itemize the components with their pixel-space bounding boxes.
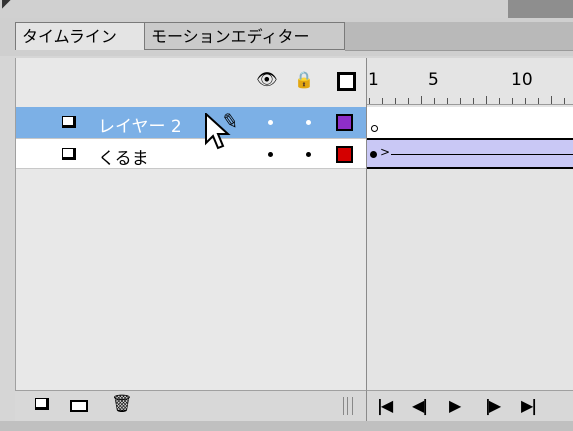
- playback-controls: |◀ ◀| ▶ |▶ ▶|: [366, 390, 573, 422]
- eye-icon[interactable]: 👁: [256, 70, 278, 90]
- frame-number: 5: [428, 70, 439, 90]
- lock-dot[interactable]: [306, 152, 311, 157]
- mouse-cursor-icon: [205, 113, 231, 150]
- visibility-dot[interactable]: [268, 152, 273, 157]
- ruler-tick: [434, 98, 435, 104]
- ruler-tick: [486, 96, 487, 104]
- ruler-tick: [538, 98, 539, 104]
- ruler-tick: [408, 98, 409, 104]
- tween-arrow-icon: >: [380, 145, 391, 159]
- lock-dot[interactable]: [306, 120, 311, 125]
- go-to-first-frame-icon[interactable]: |◀: [377, 396, 393, 415]
- visibility-dot[interactable]: [268, 120, 273, 125]
- trash-icon[interactable]: 🗑: [111, 394, 133, 414]
- layer-name[interactable]: くるま: [98, 144, 149, 169]
- ruler-tick: [512, 98, 513, 104]
- ruler-tick: [460, 98, 461, 104]
- step-forward-icon[interactable]: |▶: [485, 396, 501, 415]
- tab-bar: タイムライン モーションエディター: [0, 18, 573, 56]
- layer-icon: [62, 148, 76, 160]
- ruler-tick: [499, 98, 500, 104]
- ruler-tick: [473, 98, 474, 104]
- layer-name[interactable]: レイヤー 2: [98, 112, 182, 137]
- new-folder-icon[interactable]: [70, 400, 88, 412]
- layer-tools-bar: 🗑: [15, 390, 366, 422]
- timeline-row-1[interactable]: [367, 107, 573, 139]
- panel-resize-grip-icon[interactable]: [343, 397, 353, 415]
- motion-tween-line: [391, 154, 573, 155]
- timeline-frames[interactable]: 1 5 10 >: [366, 58, 573, 390]
- keyframe[interactable]: [370, 151, 377, 158]
- layer-row-2[interactable]: くるま: [16, 138, 367, 169]
- lock-icon[interactable]: 🔒: [294, 70, 314, 89]
- layer-panel: 👁 🔒 レイヤー 2 ✎ くるま: [15, 58, 367, 390]
- ruler-tick: [551, 96, 552, 104]
- ruler-tick: [395, 98, 396, 104]
- ruler-tick: [369, 98, 370, 104]
- layer-icon: [62, 116, 76, 128]
- go-to-last-frame-icon[interactable]: ▶|: [521, 396, 537, 415]
- frame-number: 1: [368, 70, 379, 90]
- panel-bottom-edge: [0, 421, 573, 431]
- step-back-icon[interactable]: ◀|: [412, 396, 428, 415]
- tab-timeline[interactable]: タイムライン: [15, 22, 145, 50]
- tab-bar-fill: [345, 22, 573, 51]
- timeline-row-2[interactable]: >: [367, 138, 573, 169]
- layer-color-swatch[interactable]: [336, 146, 353, 163]
- panel-top-bar: ◤: [0, 0, 573, 19]
- ruler-tick: [525, 98, 526, 104]
- layer-row-1[interactable]: レイヤー 2 ✎: [16, 107, 367, 138]
- empty-keyframe[interactable]: [371, 125, 378, 132]
- layer-color-swatch[interactable]: [336, 114, 353, 131]
- panel-top-bar-dark: [508, 0, 573, 18]
- play-icon[interactable]: ▶: [449, 396, 461, 415]
- collapse-arrow-icon[interactable]: ◤: [2, 0, 12, 11]
- tab-motion-editor[interactable]: モーションエディター: [145, 22, 345, 50]
- outline-icon[interactable]: [337, 72, 356, 91]
- ruler-tick: [421, 96, 422, 104]
- new-layer-icon[interactable]: [35, 398, 49, 410]
- frame-number: 10: [511, 70, 533, 90]
- ruler-tick: [564, 98, 565, 104]
- layer-header: 👁 🔒: [16, 58, 367, 105]
- ruler-tick: [447, 98, 448, 104]
- frame-ruler[interactable]: [367, 94, 573, 105]
- ruler-tick: [382, 98, 383, 104]
